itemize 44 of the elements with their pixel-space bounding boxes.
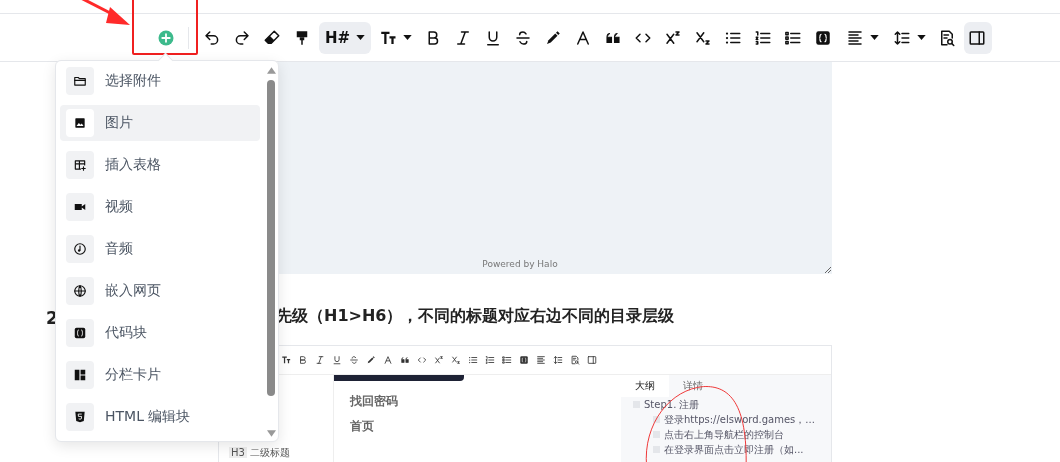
- plus-circle-icon: [157, 28, 175, 47]
- menu-item[interactable]: 嵌入网页: [60, 273, 260, 309]
- line-height-icon: [893, 28, 912, 47]
- folder-icon: [73, 74, 87, 88]
- scroll-down-icon[interactable]: [266, 430, 276, 437]
- caret-icon: [403, 35, 413, 40]
- menu-item[interactable]: 插入表格: [60, 147, 260, 183]
- image-icon: [73, 116, 87, 130]
- redo-icon: [233, 28, 251, 47]
- music-note-icon: [73, 242, 87, 256]
- menu-item[interactable]: HTML 编辑块: [60, 399, 260, 435]
- code-block-icon: [814, 28, 833, 47]
- menu-item[interactable]: 选择附件: [60, 63, 260, 99]
- align-left-icon: [846, 28, 865, 47]
- heading-dropdown[interactable]: H#: [319, 21, 372, 54]
- resize-handle-icon[interactable]: [824, 266, 832, 274]
- document-text: 首页: [350, 418, 375, 435]
- menu-item[interactable]: 代码块: [60, 315, 260, 351]
- scroll-up-icon[interactable]: [266, 67, 276, 74]
- columns-layout-icon: [73, 368, 87, 382]
- superscript-icon: [664, 28, 683, 47]
- highlighter-icon: [544, 28, 563, 47]
- globe-icon: [73, 284, 87, 298]
- menu-item[interactable]: 音频: [60, 231, 260, 267]
- scrollbar-thumb[interactable]: [267, 80, 275, 396]
- toolbar-button[interactable]: [964, 21, 993, 54]
- numbered-list-icon: [754, 28, 773, 47]
- menu-item[interactable]: 视频: [60, 189, 260, 225]
- html-shield-icon: [73, 410, 87, 424]
- outline-tab[interactable]: 大纲: [621, 375, 669, 397]
- eraser-icon: [263, 28, 281, 47]
- document-text: 找回密码: [350, 393, 399, 410]
- caret-icon: [870, 35, 880, 40]
- code-block-icon: [73, 326, 87, 340]
- menu-item[interactable]: 图片: [60, 105, 260, 141]
- undo-icon: [203, 28, 221, 47]
- document-search-icon: [938, 28, 957, 47]
- sidebar-panel-icon: [968, 28, 987, 47]
- caret-icon: [356, 35, 366, 40]
- caret-icon: [917, 35, 927, 40]
- table-plus-icon: [73, 158, 87, 172]
- embed-caption: Powered by Halo: [482, 259, 558, 269]
- strikethrough-icon: [514, 28, 533, 47]
- menu-item[interactable]: 分栏卡片: [60, 357, 260, 393]
